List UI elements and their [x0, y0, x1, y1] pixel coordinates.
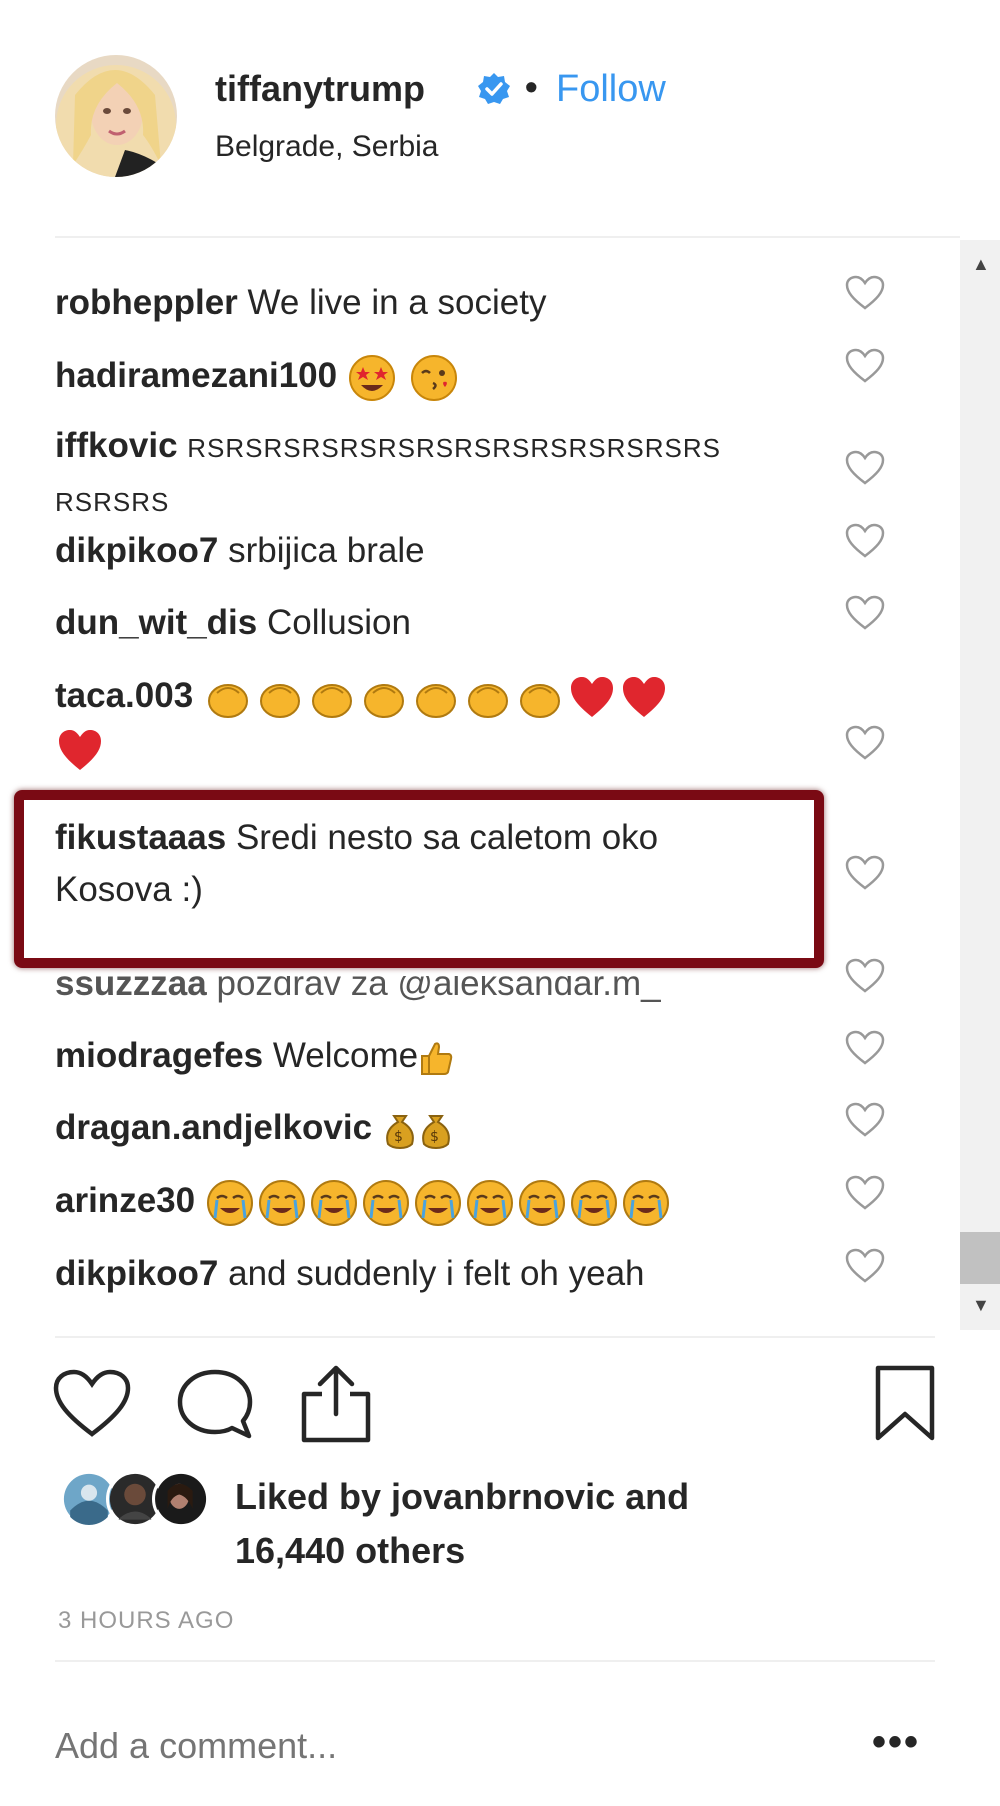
- header-separator: •: [525, 66, 538, 107]
- comment-item: dikpikoo7 and suddenly i felt oh yeah: [55, 1248, 805, 1300]
- share-icon[interactable]: [298, 1364, 374, 1444]
- liker-avatars[interactable]: [60, 1470, 220, 1530]
- comment-like-heart-icon[interactable]: [845, 275, 885, 311]
- comment-item: arinze30: [55, 1175, 805, 1228]
- loudly-crying-face-emoji-icon: [466, 1179, 513, 1226]
- clapping-hands-emoji-icon: [467, 683, 508, 718]
- loudly-crying-face-emoji-icon: [570, 1179, 617, 1226]
- comment-username[interactable]: hadiramezani100: [55, 356, 337, 395]
- like-heart-icon[interactable]: [52, 1368, 132, 1440]
- red-heart-emoji-icon: [622, 676, 665, 717]
- comment-text-continued: RSRSRS: [55, 487, 170, 517]
- comment-like-heart-icon[interactable]: [845, 1175, 885, 1211]
- comment-item: taca.003: [55, 670, 805, 776]
- clapping-hands-emoji-icon: [363, 683, 404, 718]
- comment-username[interactable]: dragan.andjelkovic: [55, 1108, 372, 1147]
- comment-text: We live in a society: [247, 283, 547, 322]
- money-bag-emoji-icon: $: [421, 1114, 450, 1149]
- red-heart-emoji-icon: [59, 729, 101, 770]
- comment-username[interactable]: dikpikoo7: [55, 531, 218, 570]
- follow-button[interactable]: Follow: [556, 68, 666, 111]
- comment-item: dikpikoo7 srbijica brale: [55, 525, 805, 577]
- comments-divider: [55, 1336, 935, 1338]
- comment-item: dragan.andjelkovic $ $: [55, 1102, 805, 1154]
- comment-like-heart-icon[interactable]: [845, 1030, 885, 1066]
- post-location[interactable]: Belgrade, Serbia: [215, 130, 438, 164]
- comment-like-heart-icon[interactable]: [845, 348, 885, 384]
- comment-username[interactable]: taca.003: [55, 676, 193, 715]
- comment-text: RSRSRSRSRSRSRSRSRSRSRSRSRSRS: [187, 433, 721, 463]
- loudly-crying-face-emoji-icon: [206, 1179, 253, 1226]
- loudly-crying-face-emoji-icon: [362, 1179, 409, 1226]
- comment-text: Welcome: [272, 1036, 419, 1075]
- face-blowing-kiss-emoji-icon: [410, 354, 457, 401]
- likes-count[interactable]: 16,440 others: [235, 1524, 689, 1578]
- comment-username[interactable]: iffkovic: [55, 426, 178, 465]
- post-username[interactable]: tiffanytrump: [215, 68, 425, 110]
- scroll-down-arrow-icon[interactable]: ▼: [972, 1295, 990, 1316]
- scroll-up-arrow-icon[interactable]: ▲: [972, 254, 990, 275]
- post-header: tiffanytrump • Follow Belgrade, Serbia: [0, 0, 1000, 225]
- comment-item: miodragefes Welcome: [55, 1030, 805, 1082]
- loudly-crying-face-emoji-icon: [414, 1179, 461, 1226]
- footer-divider: [55, 1660, 935, 1662]
- comment-username[interactable]: dikpikoo7: [55, 1254, 218, 1293]
- comment-like-heart-icon[interactable]: [845, 450, 885, 486]
- liker-avatar[interactable]: [152, 1470, 210, 1528]
- more-options-icon[interactable]: •••: [872, 1720, 920, 1765]
- comment-like-heart-icon[interactable]: [845, 725, 885, 761]
- comment-item: hadiramezani100: [55, 350, 805, 403]
- comment-bubble-icon[interactable]: [175, 1368, 255, 1442]
- add-comment-input[interactable]: [55, 1725, 835, 1767]
- comment-text: and suddenly i felt oh yeah: [228, 1254, 645, 1293]
- loudly-crying-face-emoji-icon: [518, 1179, 565, 1226]
- comment-username[interactable]: arinze30: [55, 1181, 195, 1220]
- svg-text:$: $: [430, 1129, 439, 1145]
- clapping-hands-emoji-icon: [207, 683, 248, 718]
- header-divider: [55, 236, 960, 238]
- comment-username[interactable]: dun_wit_dis: [55, 603, 257, 642]
- comment-like-heart-icon[interactable]: [845, 595, 885, 631]
- thumbs-up-emoji-icon: [421, 1042, 453, 1075]
- comment-like-heart-icon[interactable]: [845, 1102, 885, 1138]
- comment-item: iffkovic RSRSRSRSRSRSRSRSRSRSRSRSRSRS RS…: [55, 420, 805, 528]
- comment-like-heart-icon[interactable]: [845, 958, 885, 994]
- loudly-crying-face-emoji-icon: [622, 1179, 669, 1226]
- clapping-hands-emoji-icon: [415, 683, 456, 718]
- comments-list[interactable]: robheppler We live in a society hadirame…: [0, 240, 960, 1330]
- money-bag-emoji-icon: $: [385, 1114, 414, 1149]
- comment-username[interactable]: robheppler: [55, 283, 238, 322]
- likes-line-liked-by[interactable]: Liked by jovanbrnovic and: [235, 1470, 689, 1524]
- verified-badge-icon: [477, 72, 511, 106]
- clapping-hands-emoji-icon: [519, 683, 560, 718]
- comment-highlight-box: [14, 790, 824, 968]
- comment-text: pozdrav za @aleksandar.m_: [216, 964, 661, 1003]
- comment-like-heart-icon[interactable]: [845, 523, 885, 559]
- star-struck-emoji-icon: [348, 354, 395, 401]
- comments-scrollbar[interactable]: ▲ ▼: [960, 240, 1000, 1330]
- loudly-crying-face-emoji-icon: [258, 1179, 305, 1226]
- profile-avatar[interactable]: [55, 55, 177, 177]
- post-timestamp[interactable]: 3 HOURS AGO: [58, 1607, 234, 1635]
- crying-face-emoji-row: [205, 1179, 673, 1226]
- comment-username[interactable]: ssuzzzaa: [55, 976, 207, 1003]
- comment-text: srbijica brale: [228, 531, 425, 570]
- clapping-hands-emoji-icon: [259, 683, 300, 718]
- comment-username[interactable]: miodragefes: [55, 1036, 263, 1075]
- clapping-hands-emoji-icon: [311, 683, 352, 718]
- comment-item: robheppler We live in a society: [55, 277, 805, 329]
- loudly-crying-face-emoji-icon: [310, 1179, 357, 1226]
- comment-like-heart-icon[interactable]: [845, 855, 885, 891]
- comment-text: Collusion: [266, 603, 411, 642]
- red-heart-emoji-icon: [570, 676, 613, 717]
- post-actions: [0, 1360, 1000, 1450]
- bookmark-icon[interactable]: [872, 1364, 938, 1444]
- scrollbar-thumb[interactable]: [960, 1232, 1000, 1284]
- comment-item: dun_wit_dis Collusion: [55, 597, 805, 649]
- likes-summary[interactable]: Liked by jovanbrnovic and 16,440 others: [235, 1470, 689, 1578]
- svg-text:$: $: [394, 1129, 403, 1145]
- comment-like-heart-icon[interactable]: [845, 1248, 885, 1284]
